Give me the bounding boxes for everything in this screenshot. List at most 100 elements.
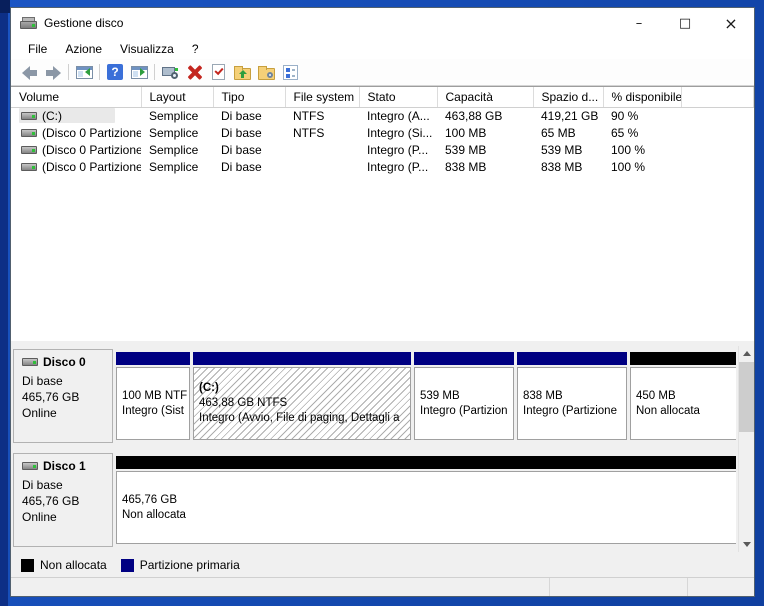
col-spazio[interactable]: Spazio d...	[533, 87, 603, 107]
window-title: Gestione disco	[44, 16, 123, 30]
help-glyph: ?	[107, 64, 123, 80]
volume-drive-icon	[21, 163, 37, 171]
partition-unallocated-disk1[interactable]: 465,76 GB Non allocata	[116, 456, 736, 544]
menu-azione[interactable]: Azione	[56, 40, 111, 58]
col-capacita[interactable]: Capacità	[437, 87, 533, 107]
folder-magnifier-shape	[258, 68, 275, 80]
partition-status: Non allocata	[636, 404, 734, 419]
col-volume[interactable]: Volume	[11, 87, 141, 107]
cell-file-system: NTFS	[285, 124, 359, 141]
cell-free-space: 539 MB	[533, 141, 603, 158]
options-list-icon[interactable]	[278, 61, 302, 83]
partition-system[interactable]: 100 MB NTF Integro (Sist	[116, 352, 190, 440]
cell-layout: Semplice	[141, 124, 213, 141]
check-properties-icon[interactable]	[206, 61, 230, 83]
cell-percent-free: 65 %	[603, 124, 681, 141]
folder-up-icon[interactable]	[230, 61, 254, 83]
volume-table: Volume Layout Tipo File system Stato Cap…	[11, 87, 754, 175]
status-bar	[11, 577, 754, 596]
close-button[interactable]: ×	[708, 8, 754, 38]
minimize-button[interactable]: –	[616, 8, 662, 38]
table-row[interactable]: (Disco 0 Partizione... Semplice Di base …	[11, 141, 754, 158]
menu-visualizza[interactable]: Visualizza	[111, 40, 183, 58]
cell-layout: Semplice	[141, 158, 213, 175]
status-pane-main	[11, 578, 550, 596]
cell-capacity: 539 MB	[437, 141, 533, 158]
show-console-tree-icon[interactable]	[72, 61, 96, 83]
scrollbar-thumb[interactable]	[739, 362, 754, 432]
disk-size: 465,76 GB	[22, 389, 106, 405]
disk-1-label[interactable]: Disco 1 Di base 465,76 GB Online	[13, 453, 113, 547]
maximize-button[interactable]: □	[662, 8, 708, 38]
scroll-up-icon[interactable]	[739, 346, 754, 361]
col-disponibile[interactable]: % disponibile	[603, 87, 681, 107]
col-layout[interactable]: Layout	[141, 87, 213, 107]
cell-status: Integro (A...	[359, 107, 437, 124]
col-tipo[interactable]: Tipo	[213, 87, 285, 107]
back-icon[interactable]	[17, 61, 41, 83]
col-file-system[interactable]: File system	[285, 87, 359, 107]
help-icon[interactable]: ?	[103, 61, 127, 83]
cell-percent-free: 100 %	[603, 141, 681, 158]
volume-drive-icon	[21, 146, 37, 154]
partition-size: 100 MB NTF	[122, 389, 184, 404]
cell-free-space: 65 MB	[533, 124, 603, 141]
partition-title: (C:)	[199, 381, 405, 396]
checklist-shape	[283, 65, 298, 80]
forward-icon[interactable]	[41, 61, 65, 83]
cell-status: Integro (P...	[359, 141, 437, 158]
menu-help[interactable]: ?	[183, 40, 208, 58]
partition-size: 465,76 GB	[122, 493, 734, 508]
toolbar-separator	[99, 64, 100, 80]
partition-c-drive[interactable]: (C:) 463,88 GB NTFS Integro (Avvio, File…	[193, 352, 411, 440]
partition-unallocated[interactable]: 450 MB Non allocata	[630, 352, 736, 440]
volume-drive-icon	[21, 112, 37, 120]
legend-label-primary: Partizione primaria	[140, 558, 240, 572]
cell-status: Integro (Si...	[359, 124, 437, 141]
disk-row-1: Disco 1 Di base 465,76 GB Online 465,76 …	[13, 453, 736, 547]
col-filler	[681, 87, 754, 107]
partition-color-bar	[116, 456, 736, 469]
partition-color-bar	[630, 352, 736, 365]
disk-type: Di base	[22, 477, 106, 493]
show-action-pane-icon[interactable]	[127, 61, 151, 83]
volume-table-header: Volume Layout Tipo File system Stato Cap…	[11, 87, 754, 107]
cell-capacity: 100 MB	[437, 124, 533, 141]
menu-file[interactable]: File	[19, 40, 56, 58]
legend-label-unallocated: Non allocata	[40, 558, 107, 572]
toolbar-separator	[68, 64, 69, 80]
desktop-background: Gestione disco – □ × File Azione Visuali…	[0, 0, 764, 606]
scroll-down-icon[interactable]	[739, 537, 754, 552]
cell-file-system: NTFS	[285, 107, 359, 124]
cell-file-system	[285, 141, 359, 158]
cell-layout: Semplice	[141, 107, 213, 124]
partition-recovery-1[interactable]: 539 MB Integro (Partizion	[414, 352, 514, 440]
cell-volume: (Disco 0 Partizione...	[42, 143, 141, 157]
legend-swatch-primary	[121, 559, 134, 572]
rescan-disks-icon[interactable]	[158, 61, 182, 83]
table-row[interactable]: (Disco 0 Partizione... Semplice Di base …	[11, 158, 754, 175]
cell-percent-free: 90 %	[603, 107, 681, 124]
page-check-shape	[212, 64, 225, 80]
partition-recovery-2[interactable]: 838 MB Integro (Partizione	[517, 352, 627, 440]
cell-type: Di base	[213, 158, 285, 175]
disk-name: Disco 0	[43, 355, 86, 369]
volume-list-pane: Volume Layout Tipo File system Stato Cap…	[11, 86, 754, 341]
col-stato[interactable]: Stato	[359, 87, 437, 107]
status-pane-3	[688, 578, 754, 596]
table-row[interactable]: (Disco 0 Partizione... Semplice Di base …	[11, 124, 754, 141]
folder-explore-icon[interactable]	[254, 61, 278, 83]
disk-management-window: Gestione disco – □ × File Azione Visuali…	[10, 7, 755, 597]
partition-color-bar	[414, 352, 514, 365]
delete-icon[interactable]	[182, 61, 206, 83]
disk-0-label[interactable]: Disco 0 Di base 465,76 GB Online	[13, 349, 113, 443]
table-row[interactable]: (C:) Semplice Di base NTFS Integro (A...…	[11, 107, 754, 124]
console-tree-shape	[76, 66, 93, 79]
partition-status: Integro (Avvio, File di paging, Dettagli…	[199, 411, 405, 426]
disk-status: Online	[22, 509, 106, 525]
background-window-corner	[0, 0, 10, 13]
partition-color-bar	[517, 352, 627, 365]
vertical-scrollbar[interactable]	[738, 346, 753, 552]
partition-status: Non allocata	[122, 508, 734, 523]
title-bar: Gestione disco – □ ×	[11, 8, 754, 38]
